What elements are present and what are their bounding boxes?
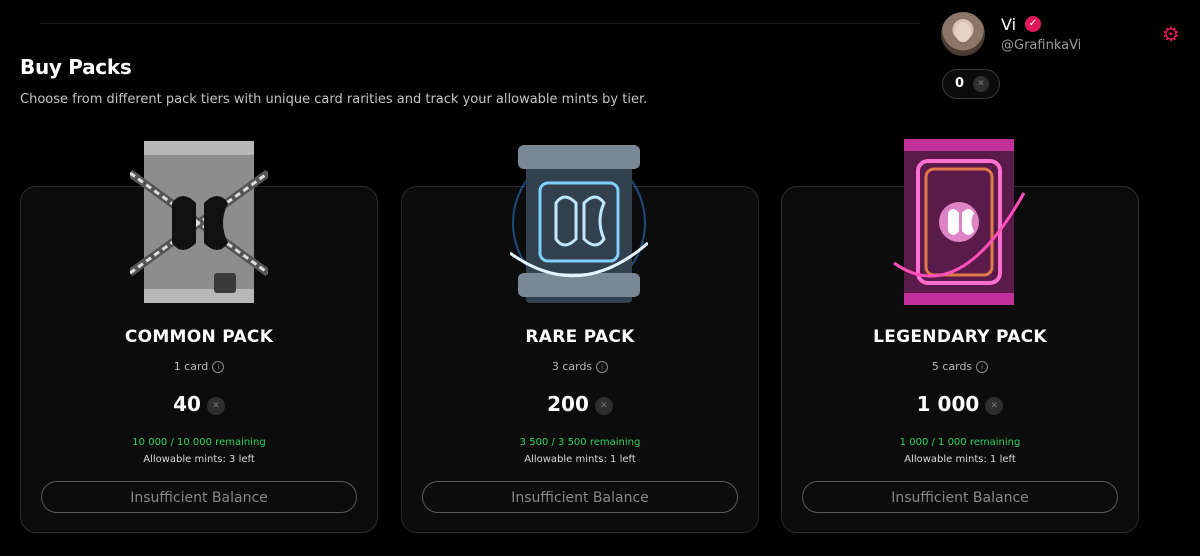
- user-handle: @GrafinkaVi: [1001, 38, 1082, 53]
- pack-name: COMMON PACK: [124, 327, 274, 347]
- pack-price: 40 ✕: [20, 392, 378, 416]
- balance-value: 0: [955, 76, 965, 91]
- card-count-text: 5 cards: [931, 360, 973, 373]
- common-pack-image: [130, 141, 268, 303]
- price-value: 40: [173, 392, 201, 416]
- page-title: Buy Packs: [20, 55, 132, 79]
- coin-icon: ✕: [206, 396, 225, 415]
- pack-card-count: 1 card i: [20, 360, 378, 373]
- info-icon[interactable]: i: [976, 361, 989, 373]
- pack-name: RARE PACK: [525, 327, 635, 347]
- top-divider: [40, 23, 920, 24]
- coin-icon: ✕: [594, 396, 613, 415]
- insufficient-balance-button[interactable]: Insufficient Balance: [802, 481, 1118, 513]
- price-value: 200: [547, 392, 589, 416]
- remaining-supply: 1 000 / 1 000 remaining: [899, 437, 1021, 448]
- avatar[interactable]: [941, 12, 985, 56]
- allowable-mints: Allowable mints: 1 left: [904, 454, 1016, 465]
- price-value: 1 000: [916, 392, 980, 416]
- pack-name: LEGENDARY PACK: [873, 327, 1047, 347]
- allowable-mints: Allowable mints: 1 left: [524, 454, 636, 465]
- info-icon[interactable]: i: [212, 361, 225, 373]
- coin-icon: ✕: [973, 76, 989, 92]
- insufficient-balance-button[interactable]: Insufficient Balance: [41, 481, 357, 513]
- allowable-mints: Allowable mints: 3 left: [143, 454, 255, 465]
- remaining-supply: 10 000 / 10 000 remaining: [132, 437, 266, 448]
- balance-pill[interactable]: 0 ✕: [942, 69, 1000, 99]
- pack-price: 1 000 ✕: [781, 392, 1139, 416]
- pack-card-count: 5 cards i: [781, 360, 1139, 373]
- page-subtitle: Choose from different pack tiers with un…: [20, 92, 648, 107]
- remaining-supply: 3 500 / 3 500 remaining: [519, 437, 641, 448]
- card-count-text: 1 card: [173, 360, 209, 373]
- rare-pack-image: [510, 145, 648, 303]
- gear-icon[interactable]: ⚙: [1160, 23, 1182, 45]
- verified-badge-icon: ✓: [1025, 16, 1041, 32]
- pack-card-count: 3 cards i: [401, 360, 759, 373]
- info-icon[interactable]: i: [596, 361, 609, 373]
- legendary-pack-image: [893, 139, 1026, 305]
- card-count-text: 3 cards: [551, 360, 593, 373]
- insufficient-balance-button[interactable]: Insufficient Balance: [422, 481, 738, 513]
- pack-price: 200 ✕: [401, 392, 759, 416]
- user-name: Vi: [1001, 15, 1017, 34]
- coin-icon: ✕: [985, 396, 1004, 415]
